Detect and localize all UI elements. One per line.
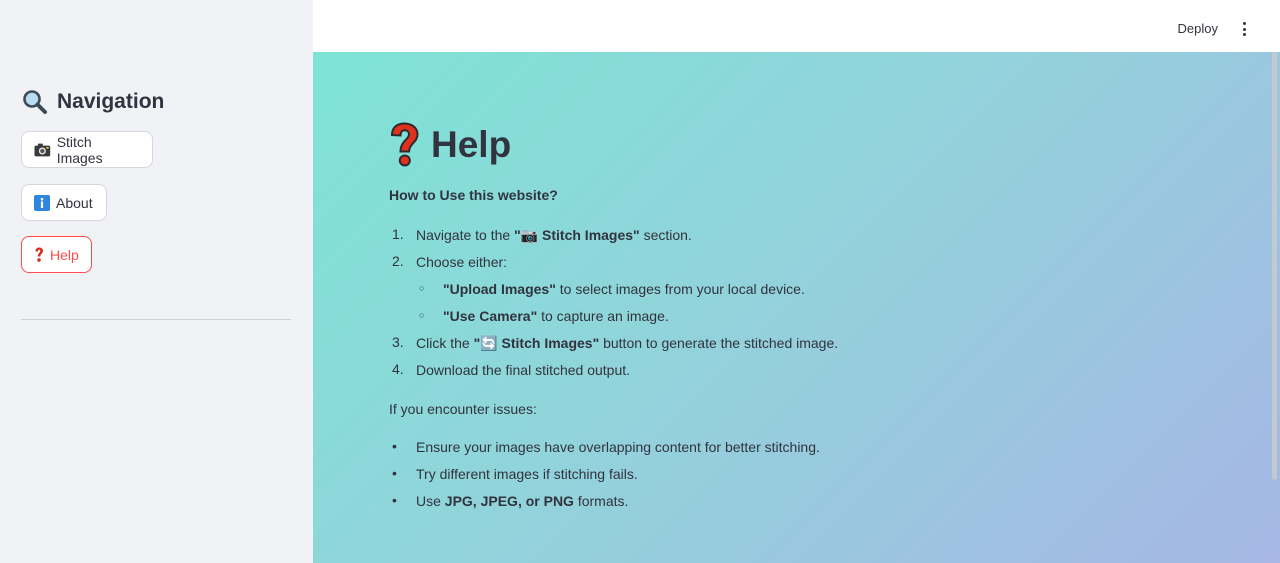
deploy-button[interactable]: Deploy — [1178, 21, 1218, 36]
list-number: 4. — [392, 361, 404, 377]
info-icon — [34, 194, 50, 211]
list-item: 1. Navigate to the "📷 Stitch Images" sec… — [389, 221, 838, 248]
step-text-bold: "Use Camera" — [443, 307, 538, 324]
step-text-suffix: to select images from your local device. — [555, 280, 805, 297]
list-text: Try different images if stitching fails. — [416, 465, 638, 482]
help-subtitle: How to Use this website? — [389, 187, 558, 203]
list-bullet: • — [392, 492, 397, 508]
magnifying-glass-icon — [23, 90, 47, 114]
list-item: ○ "Use Camera" to capture an image. — [389, 302, 838, 329]
list-item: 2. Choose either: — [389, 248, 838, 275]
sidebar-item-label: Stitch Images — [56, 133, 103, 166]
step-text-suffix: to capture an image. — [537, 307, 669, 324]
kebab-dot — [1242, 27, 1246, 31]
sidebar-title-text: Navigation — [57, 90, 165, 113]
kebab-dot — [1242, 33, 1246, 36]
question-mark-icon — [35, 247, 43, 262]
sidebar-title: Navigation — [21, 88, 164, 116]
step-text-bold: "Upload Images" — [443, 280, 556, 297]
step-text-prefix: Click the — [416, 334, 474, 351]
list-item: • Use JPG, JPEG, or PNG formats. — [389, 487, 820, 514]
scrollbar[interactable] — [1272, 52, 1277, 480]
list-item: ○ "Upload Images" to select images from … — [389, 275, 838, 302]
list-text: Navigate to the "📷 Stitch Images" sectio… — [416, 225, 692, 245]
list-bullet: ○ — [419, 283, 425, 293]
step-text-prefix: Navigate to the — [416, 226, 515, 243]
list-number: 2. — [392, 253, 404, 269]
list-number: 1. — [392, 226, 404, 242]
question-mark-icon — [390, 122, 419, 167]
steps-list: 1. Navigate to the "📷 Stitch Images" sec… — [389, 221, 838, 383]
list-item: 3. Click the "🔄 Stitch Images" button to… — [389, 329, 838, 356]
issue-text-prefix: Use — [416, 492, 445, 509]
kebab-dot — [1242, 22, 1246, 25]
list-text: Click the "🔄 Stitch Images" button to ge… — [416, 333, 838, 353]
issue-text-bold: JPG, JPEG, or PNG — [444, 492, 574, 509]
top-header: Deploy — [313, 0, 1280, 52]
list-item: 4. Download the final stitched output. — [389, 356, 838, 383]
list-bullet: • — [392, 465, 397, 481]
sidebar-item-about[interactable]: About — [21, 184, 107, 221]
list-text: Ensure your images have overlapping cont… — [416, 438, 820, 455]
issues-list: • Ensure your images have overlapping co… — [389, 433, 820, 514]
sidebar-item-label: About — [56, 194, 93, 211]
kebab-menu-icon[interactable] — [1238, 20, 1250, 38]
list-text: Choose either: — [416, 253, 508, 270]
sidebar-item-stitch-images[interactable]: Stitch Images — [21, 131, 153, 168]
step-text-suffix: button to generate the stitched image. — [599, 334, 839, 351]
sidebar-divider — [21, 319, 291, 320]
issues-heading: If you encounter issues: — [389, 401, 537, 417]
main-content: Help How to Use this website? 1. Navigat… — [313, 52, 1280, 563]
step-text-bold: "📷 Stitch Images" — [514, 226, 640, 243]
sidebar: Navigation Stitch Images About Help — [0, 0, 313, 563]
sidebar-item-help[interactable]: Help — [21, 236, 92, 273]
list-item: • Try different images if stitching fail… — [389, 460, 820, 487]
list-bullet: • — [392, 438, 397, 454]
list-item: • Ensure your images have overlapping co… — [389, 433, 820, 460]
page-title: Help — [389, 122, 511, 168]
list-text: "Use Camera" to capture an image. — [443, 306, 669, 326]
issue-text-suffix: formats. — [573, 492, 629, 509]
list-number: 3. — [392, 334, 404, 350]
sidebar-item-label: Help — [50, 246, 79, 263]
list-text: Download the final stitched output. — [416, 361, 631, 378]
page-title-text: Help — [431, 124, 512, 165]
camera-icon — [34, 143, 51, 156]
list-text: "Upload Images" to select images from yo… — [443, 279, 805, 299]
list-text: Use JPG, JPEG, or PNG formats. — [416, 491, 628, 511]
step-text-suffix: section. — [639, 226, 692, 243]
step-text-bold: "🔄 Stitch Images" — [473, 334, 600, 351]
list-bullet: ○ — [419, 310, 425, 320]
